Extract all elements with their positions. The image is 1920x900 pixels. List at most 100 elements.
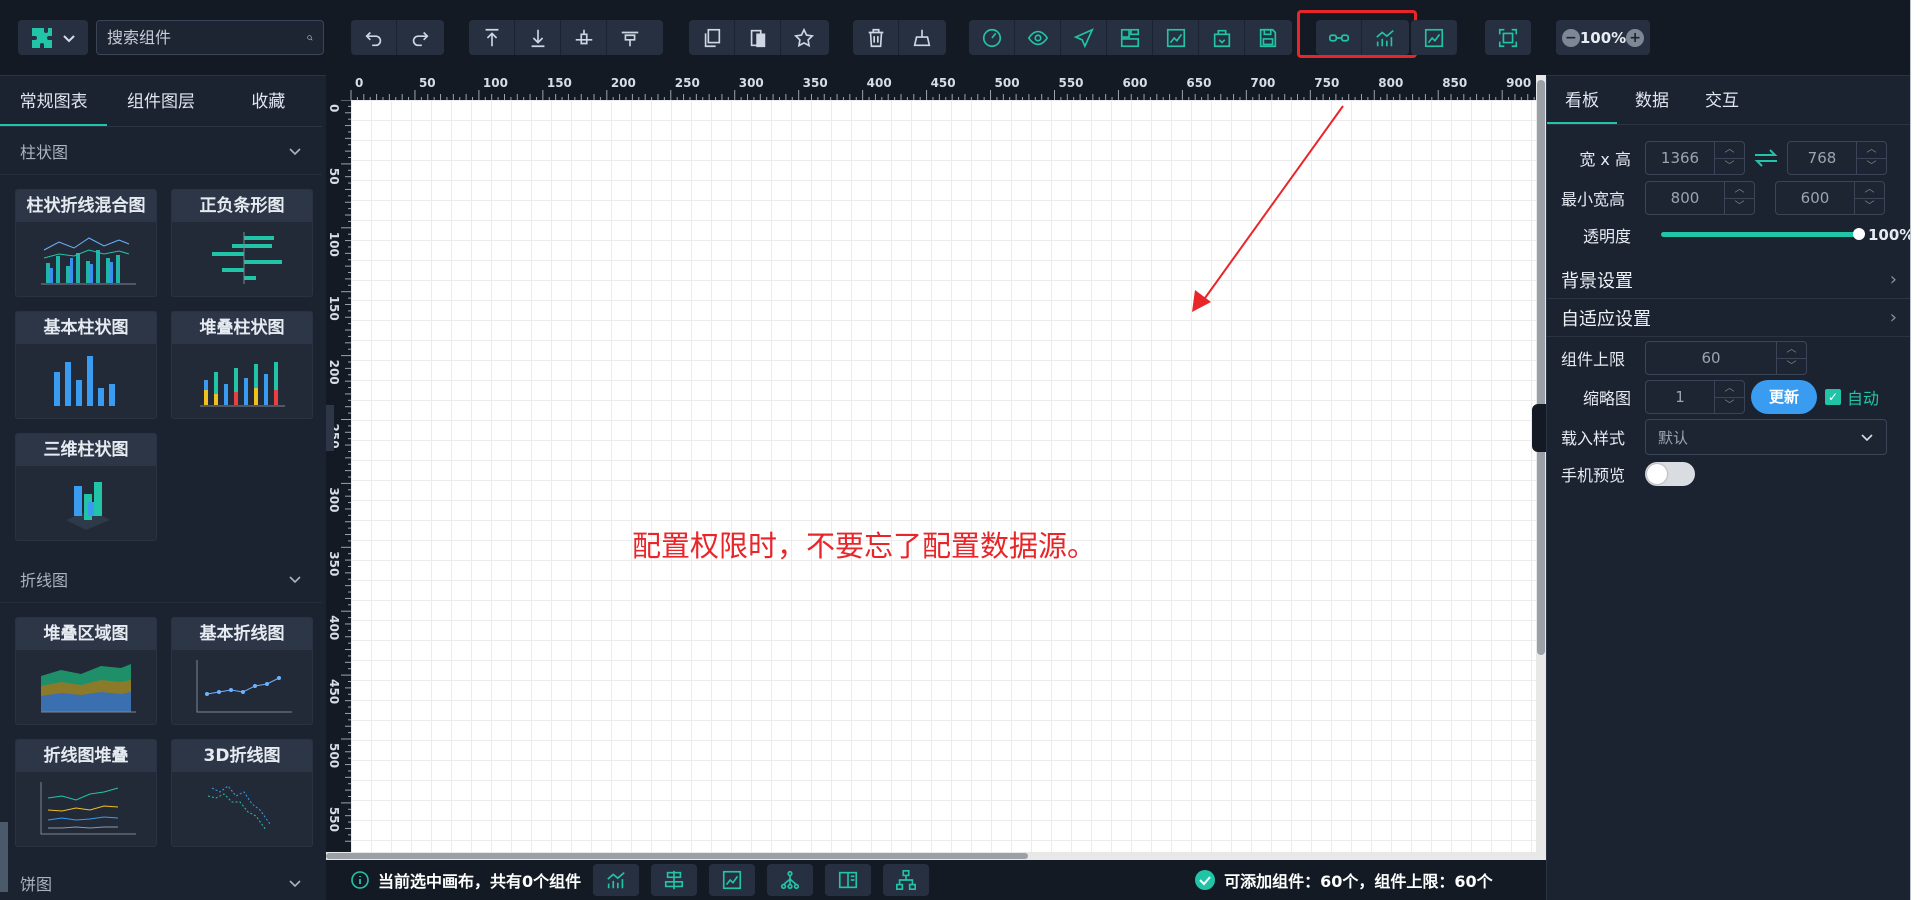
- undo-button[interactable]: [351, 20, 397, 55]
- group-tool-button[interactable]: [767, 864, 814, 896]
- height-input[interactable]: 768 ︿ ﹀: [1787, 141, 1887, 175]
- distribute-button[interactable]: [607, 20, 653, 55]
- thumbnail-input[interactable]: 1 ︿ ﹀: [1645, 380, 1745, 414]
- tab-favorites[interactable]: 收藏: [215, 77, 322, 126]
- thumbnail-label: 缩略图: [1582, 389, 1631, 408]
- bring-top-button[interactable]: [469, 20, 515, 55]
- tree-tool-button[interactable]: [883, 864, 930, 896]
- ruler-label: 0: [327, 104, 341, 112]
- chart-tool-button[interactable]: [593, 864, 640, 896]
- ruler-ticks: 0 50 100 150 200 250 300 350 400 450 500 550 600 650 7…: [350, 76, 1535, 100]
- favorite-button[interactable]: [781, 20, 827, 55]
- ruler-label: 650: [1186, 76, 1211, 90]
- load-style-select[interactable]: 默认: [1645, 419, 1887, 455]
- scroll-indicator: [0, 822, 8, 892]
- ruler-handle[interactable]: [326, 405, 334, 451]
- scroll-thumb[interactable]: [1537, 80, 1545, 655]
- plugin-dropdown[interactable]: [18, 20, 88, 55]
- tab-common-charts[interactable]: 常规图表: [0, 77, 108, 126]
- section-pie-charts[interactable]: 饼图: [0, 861, 322, 900]
- card-basic-line[interactable]: 基本折线图: [171, 617, 313, 725]
- min-height-stepper[interactable]: ︿ ﹀: [1854, 182, 1884, 214]
- tab-interaction[interactable]: 交互: [1687, 77, 1757, 124]
- fullscreen-button[interactable]: [1485, 20, 1531, 55]
- load-style-label: 载入样式: [1561, 429, 1626, 448]
- width-input[interactable]: 1366 ︿ ﹀: [1645, 141, 1745, 175]
- search-icon[interactable]: [307, 29, 313, 47]
- card-stacked-area[interactable]: 堆叠区域图: [15, 617, 157, 725]
- ruler-label: 500: [995, 76, 1020, 90]
- mobile-preview-toggle[interactable]: [1645, 462, 1695, 486]
- background-settings[interactable]: 背景设置 ›: [1547, 261, 1911, 299]
- limit-stepper[interactable]: ︿ ﹀: [1776, 342, 1806, 374]
- card-stacked-line[interactable]: 折线图堆叠: [15, 739, 157, 847]
- tab-board[interactable]: 看板: [1547, 77, 1617, 124]
- dashboard-button[interactable]: [969, 20, 1015, 55]
- section-bar-charts[interactable]: 柱状图: [0, 127, 322, 175]
- eye-icon: [1027, 30, 1048, 45]
- panel-collapse-handle[interactable]: [1532, 404, 1546, 452]
- publish-button[interactable]: [1061, 20, 1107, 55]
- align-tool-button[interactable]: [651, 864, 698, 896]
- clear-button[interactable]: [899, 20, 945, 55]
- stacked-area-thumbnail: [41, 664, 136, 713]
- height-stepper[interactable]: ︿ ﹀: [1856, 142, 1886, 174]
- zoom-level: 100%: [1579, 28, 1627, 47]
- image-button[interactable]: [1153, 20, 1199, 55]
- datasource-link-button[interactable]: [1316, 20, 1362, 55]
- card-3d-line[interactable]: 3D折线图: [171, 739, 313, 847]
- card-3d-bar[interactable]: 三维柱状图: [15, 433, 157, 541]
- thumbnail-stepper[interactable]: ︿ ﹀: [1714, 381, 1744, 413]
- search-input[interactable]: [107, 28, 307, 47]
- image-tool-button[interactable]: [709, 864, 756, 896]
- ruler-label: 450: [931, 76, 956, 90]
- preview-button[interactable]: [1015, 20, 1061, 55]
- ruler-ticks: 050100150200250300350400450500550: [327, 100, 351, 842]
- card-pos-neg-bar[interactable]: 正负条形图: [171, 189, 313, 297]
- opacity-slider-handle[interactable]: [1853, 228, 1865, 240]
- card-basic-bar[interactable]: 基本柱状图: [15, 311, 157, 419]
- card-title: 基本柱状图: [16, 312, 156, 344]
- adaptive-settings[interactable]: 自适应设置 ›: [1547, 299, 1911, 337]
- section-line-charts[interactable]: 折线图: [0, 555, 322, 603]
- min-width-input[interactable]: 800 ︿ ﹀: [1645, 181, 1755, 215]
- width-stepper[interactable]: ︿ ﹀: [1714, 142, 1744, 174]
- card-bar-line-mix[interactable]: 柱状折线混合图: [15, 189, 157, 297]
- scroll-thumb[interactable]: [326, 853, 1028, 859]
- tab-data[interactable]: 数据: [1617, 77, 1687, 124]
- annotation-arrow: [1192, 105, 1344, 312]
- update-button[interactable]: 更新: [1751, 380, 1818, 414]
- chevron-down-icon: [289, 147, 301, 155]
- paste-button[interactable]: [735, 20, 781, 55]
- delete-button[interactable]: [853, 20, 899, 55]
- search-box[interactable]: [96, 20, 324, 55]
- tab-layers[interactable]: 组件图层: [107, 77, 214, 126]
- horizontal-scrollbar[interactable]: [326, 852, 1536, 860]
- bar-line-thumbnail: [41, 237, 136, 285]
- export-button[interactable]: [1199, 20, 1245, 55]
- zoom-in-icon[interactable]: +: [1626, 28, 1644, 47]
- opacity-slider[interactable]: [1661, 228, 1865, 240]
- card-title: 折线图堆叠: [16, 740, 156, 772]
- swap-icon[interactable]: [1751, 146, 1781, 170]
- 3d-line-thumbnail: [207, 785, 271, 831]
- min-width-stepper[interactable]: ︿ ﹀: [1724, 182, 1754, 214]
- send-bottom-button[interactable]: [515, 20, 561, 55]
- auto-label: 自动: [1847, 389, 1880, 408]
- layout-button[interactable]: [1107, 20, 1153, 55]
- redo-button[interactable]: [397, 20, 443, 55]
- data-chart-button[interactable]: [1362, 20, 1408, 55]
- min-height-input[interactable]: 600 ︿ ﹀: [1775, 181, 1885, 215]
- copy-icon: [704, 28, 720, 47]
- copy-button[interactable]: [689, 20, 735, 55]
- align-middle-button[interactable]: [561, 20, 607, 55]
- chart-image-button[interactable]: [1411, 20, 1457, 55]
- book-tool-button[interactable]: [825, 864, 872, 896]
- card-stacked-bar[interactable]: 堆叠柱状图: [171, 311, 313, 419]
- zoom-out-icon[interactable]: −: [1562, 28, 1580, 47]
- save-button[interactable]: [1245, 20, 1291, 55]
- vertical-scrollbar[interactable]: [1536, 75, 1546, 860]
- auto-checkbox[interactable]: ✓: [1825, 389, 1842, 405]
- ruler-label: 300: [739, 76, 764, 90]
- limit-input[interactable]: 60 ︿ ﹀: [1645, 341, 1807, 375]
